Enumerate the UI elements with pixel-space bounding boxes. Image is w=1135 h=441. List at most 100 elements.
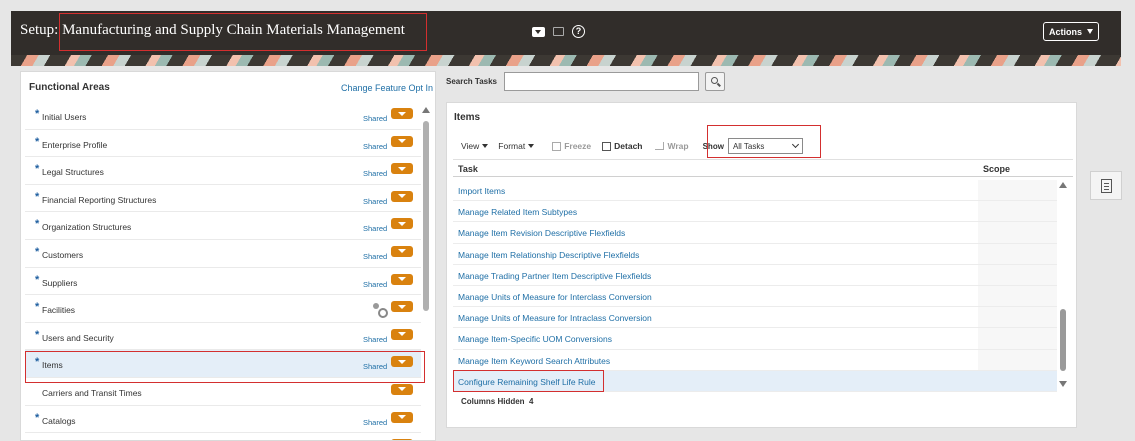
table-row[interactable]: Manage Item Relationship Descriptive Fle… [453,243,1057,265]
table-row[interactable]: Manage Units of Measure for Intraclass C… [453,307,1057,329]
change-feature-opt-in-link[interactable]: Change Feature Opt In [341,83,433,93]
required-star-icon: * [35,245,40,258]
task-link[interactable]: Import Items [458,186,505,196]
functional-area-row[interactable]: * Financial Reporting Structures Shared [25,185,421,213]
view-menu[interactable]: View [461,141,489,151]
watchlist-icon[interactable] [553,27,564,36]
functional-area-label[interactable]: Enterprise Profile [42,140,107,150]
actions-menu-pill-icon[interactable] [391,190,413,202]
scrollbar-thumb[interactable] [1060,309,1066,371]
task-row-highlight-box [453,370,604,392]
task-link[interactable]: Manage Related Item Subtypes [458,207,577,217]
functional-area-row[interactable]: * Facilities [25,295,421,323]
functional-area-row[interactable]: * Organization Structures Shared [25,212,421,240]
task-link[interactable]: Manage Units of Measure for Intraclass C… [458,313,652,323]
actions-menu-pill-icon[interactable] [391,328,413,340]
detach-button[interactable]: Detach [602,141,642,151]
shared-link[interactable]: Shared [363,280,387,289]
functional-area-label[interactable]: Facilities [42,305,75,315]
help-icon[interactable]: ? [572,25,585,38]
actions-menu-pill-icon[interactable] [391,135,413,147]
caret-down-icon [482,144,489,148]
functional-area-row[interactable]: *InventoryShared [25,433,421,440]
functional-area-row[interactable]: * Enterprise Profile Shared [25,130,421,158]
notifications-icon[interactable] [532,26,545,37]
task-link[interactable]: Manage Item Keyword Search Attributes [458,356,610,366]
functional-area-label[interactable]: Suppliers [42,278,77,288]
functional-area-label[interactable]: Legal Structures [42,167,104,177]
shared-link[interactable]: Shared [363,335,387,344]
shared-link[interactable]: Shared [363,252,387,261]
required-star-icon: * [35,218,40,231]
actions-menu-pill-icon[interactable] [391,301,413,313]
actions-menu-pill-icon[interactable] [391,245,413,257]
task-link[interactable]: Manage Item Relationship Descriptive Fle… [458,250,639,260]
required-star-icon: * [35,108,40,120]
table-header: Task Scope [453,159,1073,177]
actions-menu-pill-icon[interactable] [391,218,413,230]
column-header-task[interactable]: Task [458,164,478,174]
scope-cell [978,222,1057,243]
actions-button[interactable]: Actions [1043,22,1099,41]
scope-cell [978,201,1057,222]
table-row[interactable]: Manage Trading Partner Item Descriptive … [453,264,1057,286]
column-header-scope[interactable]: Scope [983,164,1010,174]
task-link[interactable]: Manage Item Revision Descriptive Flexfie… [458,228,625,238]
table-row[interactable]: Manage Item Keyword Search Attributes [453,349,1057,371]
items-row-highlight-box [25,351,425,383]
actions-label: Actions [1048,26,1082,37]
task-link[interactable]: Manage Units of Measure for Interclass C… [458,292,652,302]
functional-area-row[interactable]: * Customers Shared [25,240,421,268]
required-star-icon: * [35,301,40,314]
table-row[interactable]: Manage Item Revision Descriptive Flexfie… [453,222,1057,244]
functional-area-label[interactable]: Customers [42,250,83,260]
shared-link[interactable]: Shared [363,224,387,233]
document-icon [1101,179,1112,193]
table-row[interactable]: Import Items [453,180,1057,202]
actions-menu-pill-icon[interactable] [391,163,413,175]
wrap-button[interactable]: Wrap [655,141,689,151]
functional-areas-scrollbar[interactable] [422,107,430,441]
actions-menu-pill-icon[interactable] [391,108,413,119]
shared-link[interactable]: Shared [363,114,387,123]
functional-area-label[interactable]: Carriers and Transit Times [42,388,142,398]
tasks-scrollbar[interactable] [1059,182,1068,390]
scrollbar-thumb[interactable] [423,121,429,311]
functional-area-label[interactable]: Catalogs [42,416,76,426]
table-row[interactable]: Manage Units of Measure for Interclass C… [453,285,1057,308]
functional-area-row[interactable]: * Legal Structures Shared [25,157,421,185]
items-panel-title: Items [454,112,481,123]
functional-area-label[interactable]: Organization Structures [42,222,131,232]
gears-icon[interactable] [373,303,388,319]
table-row[interactable]: Manage Related Item Subtypes [453,201,1057,223]
scope-cell [978,285,1057,307]
shared-link[interactable]: Shared [363,197,387,206]
functional-area-row[interactable]: * Catalogs Shared [25,406,421,434]
scroll-up-icon[interactable] [1059,182,1067,188]
functional-area-label[interactable]: Initial Users [42,112,86,122]
actions-menu-pill-icon[interactable] [391,383,413,395]
shared-link[interactable]: Shared [363,169,387,178]
task-link[interactable]: Manage Trading Partner Item Descriptive … [458,271,651,281]
functional-area-row[interactable]: * Users and Security Shared [25,323,421,351]
format-menu[interactable]: Format [498,141,535,151]
freeze-icon [552,141,562,151]
functional-area-row[interactable]: * Initial Users Shared [25,102,421,130]
table-row[interactable]: Manage Item-Specific UOM Conversions [453,328,1057,350]
side-panel-button[interactable] [1090,171,1122,200]
freeze-button[interactable]: Freeze [552,141,591,151]
scroll-down-icon[interactable] [1059,381,1067,387]
scroll-up-icon[interactable] [422,107,430,113]
functional-areas-panel: Functional Areas Change Feature Opt In *… [20,71,436,441]
actions-menu-pill-icon[interactable] [391,411,413,423]
search-tasks-input[interactable] [504,72,699,91]
functional-area-label[interactable]: Financial Reporting Structures [42,195,156,205]
shared-link[interactable]: Shared [363,142,387,151]
search-button[interactable] [705,72,725,91]
scope-cell [978,328,1057,349]
shared-link[interactable]: Shared [363,418,387,427]
actions-menu-pill-icon[interactable] [391,273,413,285]
task-link[interactable]: Manage Item-Specific UOM Conversions [458,334,612,344]
functional-area-label[interactable]: Users and Security [42,333,114,343]
functional-area-row[interactable]: * Suppliers Shared [25,268,421,296]
